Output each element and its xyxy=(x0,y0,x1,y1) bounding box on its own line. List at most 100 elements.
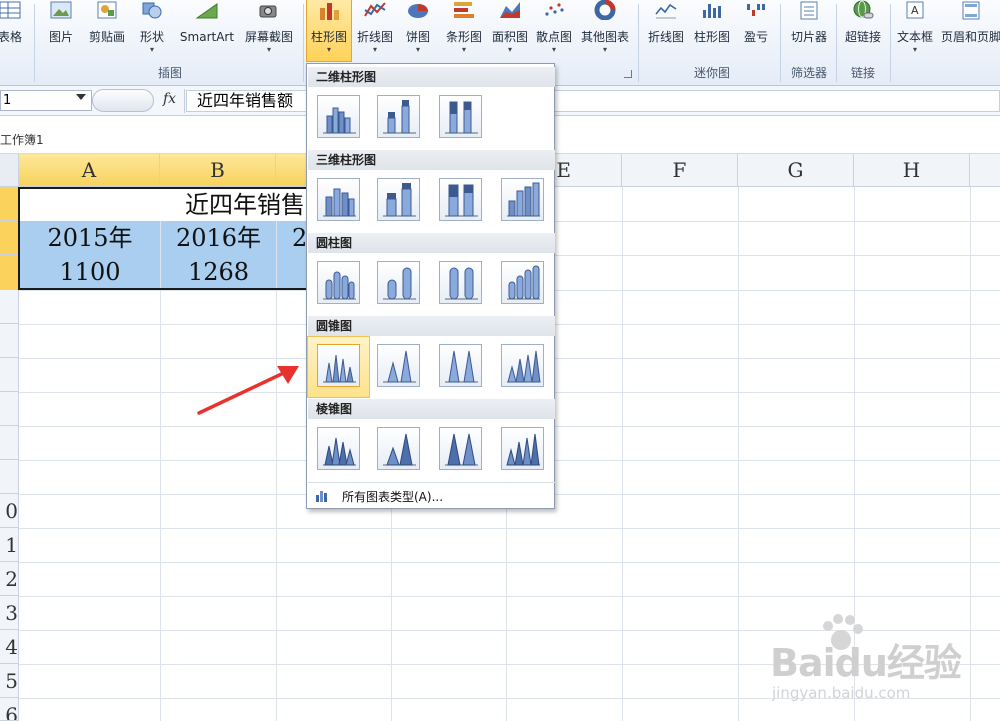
clustered-column-option[interactable] xyxy=(317,95,360,138)
formula-bar-controls[interactable] xyxy=(92,89,154,112)
insert-function-icon[interactable]: fx xyxy=(163,91,176,107)
cylinder-stacked-option[interactable] xyxy=(377,261,420,304)
column-header-h[interactable]: H xyxy=(854,154,970,187)
excel-window: { "ribbon": { "buttons": [ {"label": "表格… xyxy=(0,0,1000,721)
grid-line xyxy=(19,528,1000,529)
pyramid-100pct-option[interactable] xyxy=(439,427,482,470)
sparkline-column-button[interactable]: 柱形图 xyxy=(690,0,734,62)
row-header-12[interactable]: 2 xyxy=(0,562,19,596)
row-header-6[interactable] xyxy=(0,358,19,392)
column-header-c[interactable] xyxy=(276,154,308,187)
doughnut-chart-icon xyxy=(593,0,617,21)
column-chart-gallery: 二维柱形图 三维柱形图 圆柱图 圆锥图 棱锥图 所有图表类型(A)... xyxy=(306,63,555,509)
line-chart-button[interactable]: 折线图 ▾ xyxy=(352,0,398,62)
name-box-dropdown-icon[interactable] xyxy=(76,94,86,100)
100pct-stacked-column-option[interactable] xyxy=(439,95,482,138)
pie-chart-button[interactable]: 饼图 ▾ xyxy=(400,0,436,62)
svg-text:A: A xyxy=(911,4,919,17)
3d-stacked-column-option[interactable] xyxy=(377,178,420,221)
area-chart-button[interactable]: 面积图 ▾ xyxy=(488,0,532,62)
scatter-chart-button[interactable]: 散点图 ▾ xyxy=(532,0,576,62)
pyramid-clustered-option[interactable] xyxy=(317,427,360,470)
cone-100pct-option[interactable] xyxy=(439,344,482,387)
camera-icon xyxy=(257,0,281,20)
row-header-13[interactable]: 3 xyxy=(0,596,19,630)
group-separator xyxy=(780,4,781,82)
3d-column-option[interactable] xyxy=(501,178,544,221)
row-header-15[interactable]: 5 xyxy=(0,664,19,698)
chevron-down-icon: ▾ xyxy=(372,45,377,54)
baidu-watermark: Baidu经验 jingyan.baidu.com xyxy=(760,612,1000,712)
slicer-icon xyxy=(797,0,821,20)
row-header-8[interactable] xyxy=(0,426,19,460)
row-header-11[interactable]: 1 xyxy=(0,528,19,562)
row-header-16[interactable]: 6 xyxy=(0,698,19,721)
group-separator xyxy=(303,4,304,82)
hyperlink-button[interactable]: 超链接 xyxy=(840,0,886,62)
formula-divider xyxy=(184,89,185,113)
bar-chart-button[interactable]: 条形图 ▾ xyxy=(440,0,488,62)
section-cone: 圆锥图 xyxy=(308,316,555,336)
pyramid-stacked-option[interactable] xyxy=(377,427,420,470)
clipart-button[interactable]: 剪贴画 xyxy=(84,0,130,62)
cylinder-clustered-option[interactable] xyxy=(317,261,360,304)
textbox-icon: A xyxy=(903,0,927,20)
select-all-corner[interactable] xyxy=(0,154,19,187)
row-header-9[interactable] xyxy=(0,460,19,494)
group-separator xyxy=(890,4,891,82)
column-header-g[interactable]: G xyxy=(738,154,854,187)
row-header-4[interactable] xyxy=(0,290,19,324)
all-chart-types-item[interactable]: 所有图表类型(A)... xyxy=(308,482,555,508)
group-label-links: 链接 xyxy=(850,66,875,80)
area-chart-icon xyxy=(498,0,522,20)
column-header-b[interactable]: B xyxy=(160,154,276,187)
section-2d-column: 二维柱形图 xyxy=(308,67,555,87)
watermark-brand: Baidu经验 xyxy=(770,641,962,685)
row-header-2[interactable] xyxy=(0,221,19,255)
3d-100pct-column-option[interactable] xyxy=(439,178,482,221)
row-header-5[interactable] xyxy=(0,324,19,358)
group-separator xyxy=(34,4,35,82)
row-header-3[interactable] xyxy=(0,255,19,290)
column-header-i[interactable] xyxy=(970,154,1000,187)
row-header-14[interactable]: 4 xyxy=(0,630,19,664)
pie-chart-icon xyxy=(406,0,430,20)
picture-button[interactable]: 图片 xyxy=(44,0,78,62)
chevron-down-icon: ▾ xyxy=(266,45,271,54)
cone-clustered-option[interactable] xyxy=(317,344,360,387)
cone-3d-option[interactable] xyxy=(501,344,544,387)
textbox-button[interactable]: A 文本框 ▾ xyxy=(892,0,938,62)
scatter-chart-icon xyxy=(542,0,566,20)
row-header-10[interactable]: 0 xyxy=(0,494,19,528)
screenshot-button[interactable]: 屏幕截图 ▾ xyxy=(240,0,298,62)
grid-line xyxy=(19,596,1000,597)
table-button[interactable]: 表格 xyxy=(0,0,24,62)
table-icon xyxy=(0,0,22,20)
column-chart-button[interactable]: 柱形图 ▾ xyxy=(306,0,352,62)
chevron-down-icon: ▾ xyxy=(912,45,917,54)
stacked-column-option[interactable] xyxy=(377,95,420,138)
pyramid-3d-option[interactable] xyxy=(501,427,544,470)
slicer-button[interactable]: 切片器 xyxy=(786,0,832,62)
header-footer-button[interactable]: 页眉和页脚 xyxy=(938,0,1000,62)
chevron-down-icon: ▾ xyxy=(415,45,420,54)
chevron-down-icon: ▾ xyxy=(461,45,466,54)
cone-stacked-option[interactable] xyxy=(377,344,420,387)
column-header-f[interactable]: F xyxy=(622,154,738,187)
cylinder-100pct-option[interactable] xyxy=(439,261,482,304)
other-charts-button[interactable]: 其他图表 ▾ xyxy=(576,0,634,62)
3d-clustered-column-option[interactable] xyxy=(317,178,360,221)
column-header-a[interactable]: A xyxy=(19,154,160,187)
row-header-7[interactable] xyxy=(0,392,19,426)
dialog-launcher-icon[interactable] xyxy=(624,70,632,78)
shapes-button[interactable]: 形状 ▾ xyxy=(134,0,170,62)
sparkline-line-button[interactable]: 折线图 xyxy=(644,0,688,62)
sparkline-winloss-button[interactable]: 盈亏 xyxy=(738,0,774,62)
row-header-1[interactable] xyxy=(0,187,19,221)
group-separator xyxy=(638,4,639,82)
smartart-button[interactable]: SmartArt xyxy=(176,0,238,62)
section-3d-column: 三维柱形图 xyxy=(308,150,555,170)
cylinder-3d-option[interactable] xyxy=(501,261,544,304)
grid-line xyxy=(622,187,623,721)
red-arrow-icon xyxy=(197,366,299,415)
